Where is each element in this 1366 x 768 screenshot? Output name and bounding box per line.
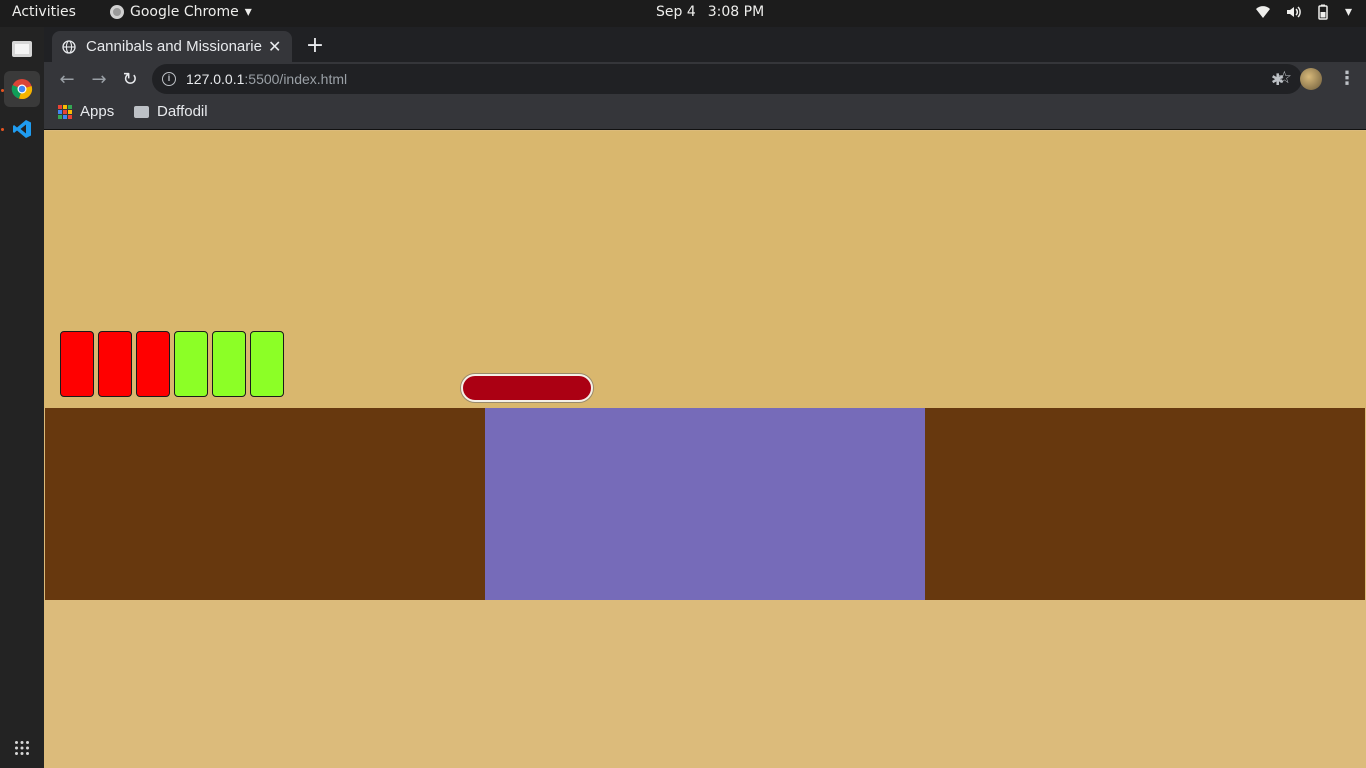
boat[interactable] bbox=[461, 374, 593, 402]
system-tray[interactable]: ▾ bbox=[1255, 4, 1352, 20]
extensions-icon[interactable]: ✱ bbox=[1271, 70, 1284, 89]
new-tab-button[interactable]: + bbox=[304, 33, 326, 58]
missionary-3[interactable] bbox=[250, 331, 284, 397]
river bbox=[485, 408, 925, 600]
bookmark-label: Daffodil bbox=[157, 103, 208, 120]
clock[interactable]: Sep 4 3:08 PM bbox=[656, 4, 764, 20]
right-bank bbox=[925, 408, 1365, 600]
missionary-1[interactable] bbox=[174, 331, 208, 397]
folder-icon bbox=[134, 105, 149, 118]
left-bank bbox=[45, 408, 485, 600]
address-bar[interactable]: i 127.0.0.1:5500/index.html ☆ bbox=[152, 64, 1302, 94]
caret-down-icon: ▾ bbox=[1344, 4, 1352, 20]
forward-icon[interactable]: → bbox=[86, 67, 112, 93]
clock-date: Sep 4 bbox=[656, 4, 696, 20]
tab-strip: Cannibals and Missionaries ✕ + bbox=[44, 27, 1366, 62]
app-menu-label: Google Chrome bbox=[130, 4, 239, 20]
dock bbox=[0, 27, 44, 768]
profile-avatar[interactable] bbox=[1300, 68, 1322, 90]
files-icon[interactable] bbox=[4, 31, 40, 67]
cannibal-2[interactable] bbox=[98, 331, 132, 397]
browser-toolbar: ← → ↻ i 127.0.0.1:5500/index.html ☆ ✱ ⋮ bbox=[44, 62, 1366, 97]
url-path: :5500/index.html bbox=[244, 71, 348, 87]
running-indicator bbox=[1, 128, 4, 131]
game-canvas bbox=[44, 131, 1366, 768]
back-icon[interactable]: ← bbox=[54, 67, 80, 93]
close-tab-icon[interactable]: ✕ bbox=[268, 37, 281, 56]
caret-down-icon: ▾ bbox=[244, 4, 252, 20]
menu-icon[interactable]: ⋮ bbox=[1338, 68, 1356, 89]
cannibal-1[interactable] bbox=[60, 331, 94, 397]
vscode-icon[interactable] bbox=[4, 111, 40, 147]
tab-active[interactable]: Cannibals and Missionaries ✕ bbox=[52, 31, 292, 62]
activities-button[interactable]: Activities bbox=[12, 4, 76, 20]
site-info-icon[interactable]: i bbox=[162, 72, 176, 86]
running-indicator bbox=[1, 89, 4, 92]
bookmark-folder-daffodil[interactable]: Daffodil bbox=[134, 103, 208, 120]
system-top-bar: Activities Google Chrome ▾ Sep 4 3:08 PM… bbox=[0, 0, 1366, 27]
tab-title: Cannibals and Missionaries bbox=[86, 38, 262, 55]
reload-icon[interactable]: ↻ bbox=[117, 67, 143, 93]
volume-icon bbox=[1286, 6, 1301, 18]
clock-time: 3:08 PM bbox=[707, 4, 765, 20]
cannibal-3[interactable] bbox=[136, 331, 170, 397]
wifi-icon bbox=[1255, 6, 1270, 18]
bookmark-apps[interactable]: Apps bbox=[58, 103, 114, 120]
globe-icon bbox=[62, 39, 76, 54]
app-menu[interactable]: Google Chrome ▾ bbox=[110, 4, 252, 20]
url-host: 127.0.0.1 bbox=[186, 71, 245, 87]
bookmarks-bar: Apps Daffodil bbox=[44, 97, 1366, 130]
chrome-mini-icon bbox=[110, 5, 124, 19]
bookmark-label: Apps bbox=[80, 103, 115, 120]
battery-icon bbox=[1318, 4, 1328, 20]
app-grid-icon[interactable] bbox=[4, 730, 40, 766]
missionary-2[interactable] bbox=[212, 331, 246, 397]
chrome-icon[interactable] bbox=[4, 71, 40, 107]
apps-grid-icon bbox=[58, 104, 72, 119]
